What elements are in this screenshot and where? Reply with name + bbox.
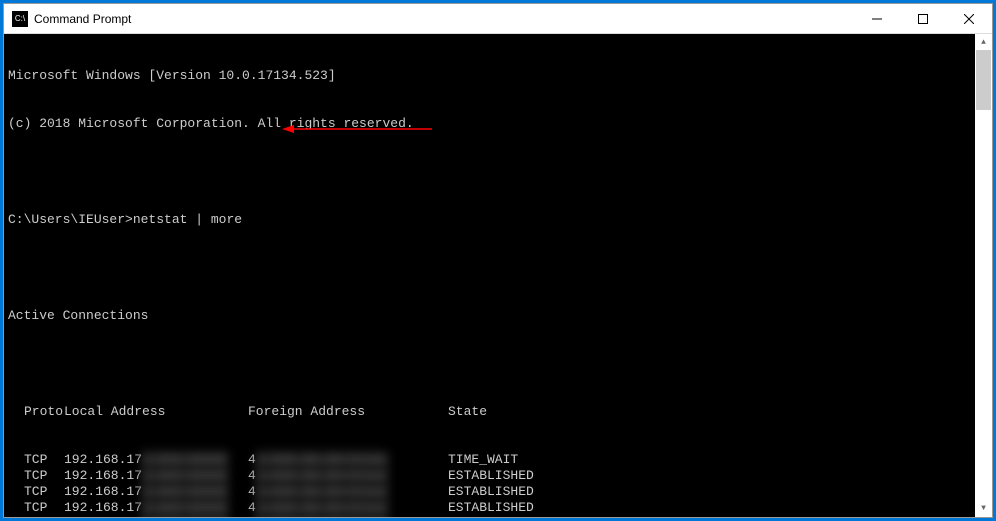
blank-line: [8, 356, 988, 372]
cell-foreign-address: 49.999.99.99:https: [248, 516, 448, 517]
terminal-output[interactable]: Microsoft Windows [Version 10.0.17134.52…: [4, 34, 992, 517]
redacted-text: 9.999.99.99:https: [256, 500, 389, 516]
redacted-text: 9.999.99.99:https: [256, 468, 389, 484]
cell-proto: TCP: [8, 468, 64, 484]
cell-state: ESTABLISHED: [448, 484, 988, 500]
prompt-line: C:\Users\IEUser>netstat | more: [8, 212, 988, 228]
cell-state: TIME_WAIT: [448, 452, 988, 468]
maximize-button[interactable]: [900, 4, 946, 33]
cell-foreign-address: 49.999.99.99:https: [248, 468, 448, 484]
blank-line: [8, 260, 988, 276]
table-row: TCP192.168.179.999:9999949.999.99.99:htt…: [8, 484, 988, 500]
cell-proto: TCP: [8, 500, 64, 516]
banner-line: (c) 2018 Microsoft Corporation. All righ…: [8, 116, 988, 132]
redacted-text: 9.999:99999: [142, 468, 228, 484]
scrollbar[interactable]: ▲ ▼: [975, 34, 992, 517]
redacted-text: 9.999:99999: [142, 452, 228, 468]
minimize-button[interactable]: [854, 4, 900, 33]
redacted-text: 9.999:99999: [142, 516, 228, 517]
redacted-text: 9.999.99.99:https: [256, 452, 389, 468]
cell-local-address: 192.168.179.999:99999: [64, 516, 248, 517]
cell-local-address: 192.168.179.999:99999: [64, 500, 248, 516]
table-row: TCP192.168.179.999:9999949.999.99.99:htt…: [8, 452, 988, 468]
cell-state: ESTABLISHED: [448, 516, 988, 517]
cell-state: ESTABLISHED: [448, 468, 988, 484]
table-header: Proto Local Address Foreign Address Stat…: [8, 404, 988, 420]
redacted-text: 9.999.99.99:https: [256, 516, 389, 517]
maximize-icon: [918, 14, 928, 24]
header-state: State: [448, 404, 988, 420]
header-proto: Proto: [8, 404, 64, 420]
table-row: TCP192.168.179.999:9999949.999.99.99:htt…: [8, 516, 988, 517]
prompt-text: C:\Users\IEUser>: [8, 212, 133, 227]
cell-foreign-address: 49.999.99.99:https: [248, 484, 448, 500]
redacted-text: 9.999:99999: [142, 500, 228, 516]
header-foreign: Foreign Address: [248, 404, 448, 420]
redacted-text: 9.999.99.99:https: [256, 484, 389, 500]
window-title: Command Prompt: [34, 12, 131, 26]
command-prompt-window: C:\ Command Prompt Microsoft Windows [Ve…: [3, 3, 993, 518]
table-row: TCP192.168.179.999:9999949.999.99.99:htt…: [8, 500, 988, 516]
scroll-up-icon[interactable]: ▲: [975, 34, 992, 51]
titlebar[interactable]: C:\ Command Prompt: [4, 4, 992, 34]
banner-line: Microsoft Windows [Version 10.0.17134.52…: [8, 68, 988, 84]
header-local: Local Address: [64, 404, 248, 420]
cell-proto: TCP: [8, 484, 64, 500]
close-button[interactable]: [946, 4, 992, 33]
cell-local-address: 192.168.179.999:99999: [64, 468, 248, 484]
cell-proto: TCP: [8, 516, 64, 517]
redacted-text: 9.999:99999: [142, 484, 228, 500]
table-row: TCP192.168.179.999:9999949.999.99.99:htt…: [8, 468, 988, 484]
cell-state: ESTABLISHED: [448, 500, 988, 516]
cell-local-address: 192.168.179.999:99999: [64, 484, 248, 500]
scroll-down-icon[interactable]: ▼: [975, 500, 992, 517]
cmd-icon: C:\: [12, 11, 28, 27]
close-icon: [964, 14, 974, 24]
command-text: netstat | more: [133, 212, 242, 227]
cell-foreign-address: 49.999.99.99:https: [248, 452, 448, 468]
section-title: Active Connections: [8, 308, 988, 324]
minimize-icon: [872, 14, 882, 24]
cell-proto: TCP: [8, 452, 64, 468]
scrollbar-thumb[interactable]: [976, 50, 991, 110]
cell-local-address: 192.168.179.999:99999: [64, 452, 248, 468]
blank-line: [8, 164, 988, 180]
cell-foreign-address: 49.999.99.99:https: [248, 500, 448, 516]
